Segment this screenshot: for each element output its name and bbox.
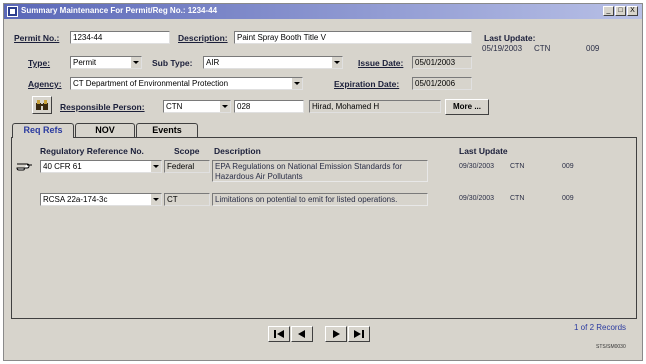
responsible-person-number[interactable]: 028 [234, 100, 304, 113]
next-record-icon [333, 330, 340, 338]
app-icon [7, 6, 18, 17]
description-field: Limitations on potential to emit for lis… [212, 193, 428, 206]
column-header-scope: Scope [174, 146, 200, 156]
chevron-down-icon[interactable] [130, 57, 141, 68]
column-header-description: Description [214, 146, 261, 156]
type-label: Type: [28, 58, 51, 68]
permit-no-field[interactable]: 1234-44 [70, 31, 170, 44]
chevron-down-icon[interactable] [291, 78, 302, 89]
reg-ref-select[interactable]: RCSA 22a-174-3c [40, 193, 162, 206]
responsible-person-name: Hirad, Mohamed H [309, 100, 441, 113]
tab-req-refs[interactable]: Req Refs [12, 123, 74, 138]
chevron-down-icon[interactable] [331, 57, 342, 68]
agency-select[interactable]: CT Department of Environmental Protectio… [70, 77, 303, 90]
agency-label: Agency: [28, 79, 62, 89]
last-update-date: 05/19/2003 [482, 44, 523, 53]
permit-no-label: Permit No.: [14, 33, 60, 43]
last-update-user: CTN [534, 44, 551, 53]
expiration-date-label: Expiration Date: [334, 79, 400, 89]
last-update-label: Last Update: [484, 33, 536, 43]
type-select[interactable]: Permit [70, 56, 142, 69]
tab-nov[interactable]: NOV [75, 123, 135, 137]
last-update-code: 009 [562, 163, 574, 170]
last-update-user: CTN [510, 195, 525, 202]
tab-events[interactable]: Events [136, 123, 198, 137]
minimize-button[interactable]: _ [603, 6, 614, 16]
close-button[interactable]: X [627, 6, 638, 16]
window-title: Summary Maintenance For Permit/Reg No.: … [21, 6, 218, 15]
first-record-icon [274, 330, 284, 338]
sub-type-label: Sub Type: [152, 58, 193, 68]
responsible-person-select[interactable]: CTN [163, 100, 231, 113]
scope-field: Federal [164, 160, 210, 173]
expiration-date-field[interactable]: 05/01/2006 [412, 77, 472, 90]
sub-type-select[interactable]: AIR [203, 56, 343, 69]
last-update-user: CTN [510, 163, 525, 170]
binoculars-icon [36, 100, 48, 110]
issue-date-label: Issue Date: [358, 58, 404, 68]
restore-button[interactable]: □ [615, 6, 626, 16]
description-field: EPA Regulations on National Emission Sta… [212, 160, 428, 182]
next-record-button[interactable] [325, 326, 347, 342]
column-header-reg-ref: Regulatory Reference No. [40, 146, 144, 156]
previous-record-button[interactable] [291, 326, 313, 342]
last-record-button[interactable] [348, 326, 370, 342]
more-button[interactable]: More ... [445, 99, 489, 115]
req-refs-panel: Regulatory Reference No. Scope Descripti… [11, 137, 637, 319]
previous-record-icon [298, 330, 305, 338]
last-update-code: 009 [586, 44, 600, 53]
chevron-down-icon[interactable] [150, 194, 161, 205]
summary-maintenance-window: Summary Maintenance For Permit/Reg No.: … [3, 3, 643, 361]
responsible-person-label: Responsible Person: [60, 102, 145, 112]
form-id: STS/SM0030 [596, 344, 626, 350]
chevron-down-icon[interactable] [150, 161, 161, 172]
last-update-code: 009 [562, 195, 574, 202]
last-record-icon [354, 330, 364, 338]
record-count: 1 of 2 Records [574, 323, 627, 332]
reg-ref-select[interactable]: 40 CFR 61 [40, 160, 162, 173]
issue-date-field[interactable]: 05/01/2003 [412, 56, 472, 69]
scope-field: CT [164, 193, 210, 206]
last-update-date: 09/30/2003 [459, 163, 495, 170]
title-bar[interactable]: Summary Maintenance For Permit/Reg No.: … [4, 4, 642, 19]
description-field[interactable]: Paint Spray Booth Title V [234, 31, 472, 44]
description-label: Description: [178, 33, 228, 43]
person-lookup-button[interactable] [32, 96, 52, 114]
last-update-date: 09/30/2003 [459, 195, 495, 202]
chevron-down-icon[interactable] [219, 101, 230, 112]
column-header-last-update: Last Update [459, 146, 508, 156]
pointing-hand-icon [16, 163, 32, 171]
first-record-button[interactable] [268, 326, 290, 342]
